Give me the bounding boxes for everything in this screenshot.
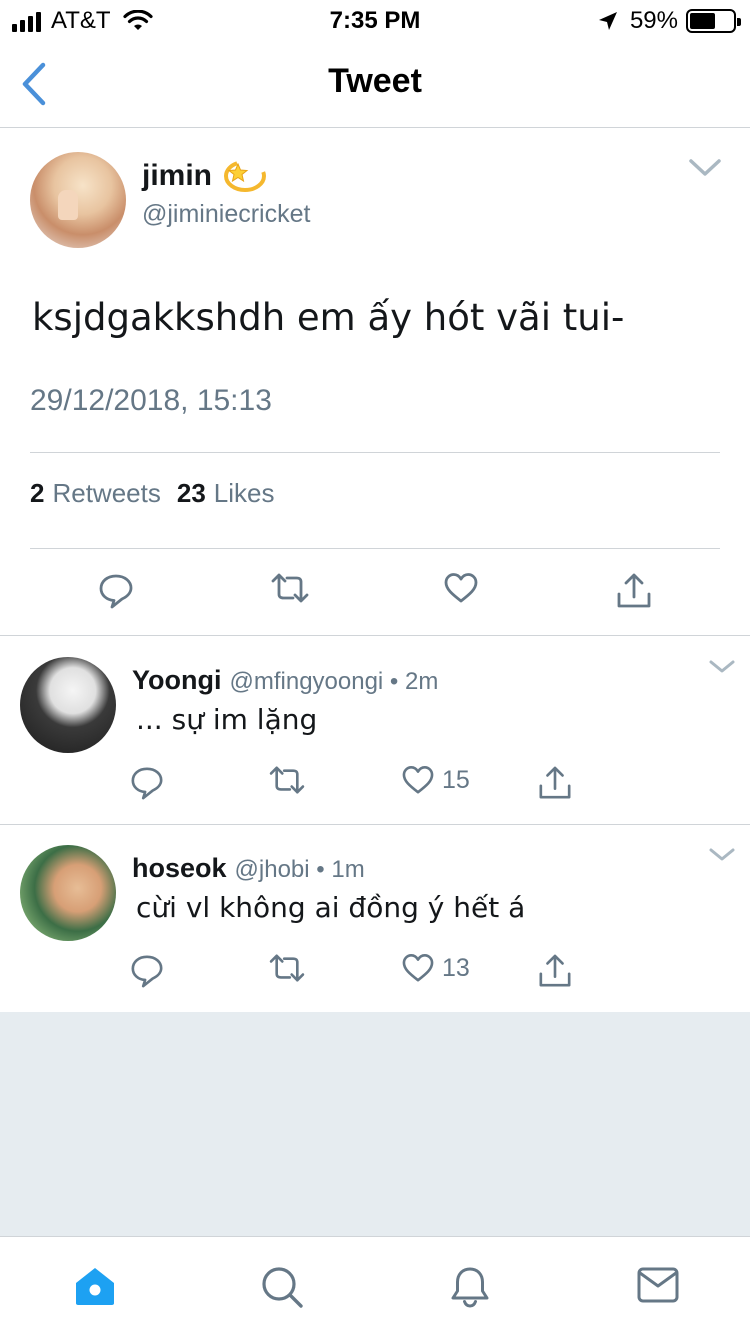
like-button[interactable]: 15 <box>402 765 470 795</box>
share-button[interactable] <box>538 953 572 989</box>
location-arrow-icon <box>598 12 617 30</box>
avatar[interactable] <box>20 657 116 753</box>
reply-icon <box>131 767 163 800</box>
likes-stat[interactable]: 23 Likes <box>177 478 275 509</box>
author-name-row: jimin <box>142 156 268 196</box>
heart-icon <box>444 573 478 603</box>
retweet-icon <box>269 954 305 982</box>
like-button[interactable]: 13 <box>402 953 470 983</box>
battery-percent: 59% <box>629 7 678 34</box>
reply-handle-time: @mfingyoongi • 2m <box>229 668 439 695</box>
retweet-icon <box>271 573 309 603</box>
tweet-text: ksjdgakkshdh em ấy hót vãi tui- <box>32 296 625 339</box>
battery-level-fill <box>690 13 715 29</box>
retweet-button[interactable] <box>270 572 310 604</box>
retweet-button[interactable] <box>268 953 306 983</box>
avatar[interactable] <box>20 845 116 941</box>
reply-author-name[interactable]: hoseok <box>132 853 227 884</box>
nav-bar: Tweet <box>0 40 750 128</box>
empty-area <box>0 1012 750 1236</box>
share-icon <box>617 573 651 608</box>
reply-handle-time: @jhobi • 1m <box>234 856 365 883</box>
divider <box>30 548 720 549</box>
likes-count: 23 <box>176 478 206 508</box>
retweets-stat[interactable]: 2 Retweets <box>30 478 161 509</box>
tweet-timestamp: 29/12/2018, 15:13 <box>30 384 272 417</box>
reply-text: cừi vl không ai đồng ý hết á <box>136 891 526 924</box>
home-icon[interactable] <box>72 1265 118 1307</box>
retweet-button[interactable] <box>268 765 306 795</box>
reply-text: ... sự im lặng <box>136 703 318 736</box>
reply-button[interactable] <box>130 953 164 989</box>
dizzy-icon <box>224 160 267 192</box>
reply-header: hoseok @jhobi • 1m <box>132 853 365 884</box>
avatar[interactable] <box>30 152 126 248</box>
messages-icon[interactable] <box>636 1265 680 1305</box>
reply-button[interactable] <box>98 572 134 610</box>
status-right: 59% <box>598 7 741 35</box>
reply-author-name[interactable]: Yoongi <box>132 665 221 696</box>
likes-label: Likes <box>213 478 275 508</box>
author-name[interactable]: jimin <box>142 159 212 193</box>
reply-button[interactable] <box>130 765 164 801</box>
chevron-down-icon[interactable] <box>708 659 736 675</box>
avatar-detail <box>58 190 78 220</box>
status-bar: AT&T 7:35 PM 59% <box>0 0 750 40</box>
like-count: 13 <box>442 953 470 982</box>
share-button[interactable] <box>616 572 652 610</box>
main-tweet: jimin @jiminiecricket ksjdgakkshdh em ấy… <box>0 128 750 636</box>
heart-icon <box>402 766 434 794</box>
page-title: Tweet <box>328 62 422 100</box>
tweet-stats: 2 Retweets 23 Likes <box>30 478 274 509</box>
list-item[interactable]: Yoongi @mfingyoongi • 2m ... sự im lặng … <box>0 637 750 825</box>
reply-header: Yoongi @mfingyoongi • 2m <box>132 665 438 696</box>
like-button[interactable] <box>444 572 478 604</box>
heart-icon <box>402 954 434 982</box>
share-icon <box>539 954 571 987</box>
battery-cap <box>737 18 741 26</box>
battery-icon <box>686 9 741 33</box>
share-button[interactable] <box>538 765 572 801</box>
chevron-down-icon[interactable] <box>708 847 736 863</box>
reply-icon <box>99 574 133 609</box>
retweets-label: Retweets <box>52 478 161 508</box>
like-count: 15 <box>442 765 470 794</box>
notifications-icon[interactable] <box>448 1265 492 1309</box>
retweets-count: 2 <box>30 478 45 508</box>
author-handle[interactable]: @jiminiecricket <box>142 200 310 229</box>
reply-icon <box>131 955 163 988</box>
chevron-down-icon[interactable] <box>688 158 722 178</box>
list-item[interactable]: hoseok @jhobi • 1m cừi vl không ai đồng … <box>0 825 750 1013</box>
divider <box>30 452 720 453</box>
tab-bar <box>0 1236 750 1334</box>
search-icon[interactable] <box>260 1265 304 1309</box>
retweet-icon <box>269 766 305 794</box>
share-icon <box>539 766 571 799</box>
